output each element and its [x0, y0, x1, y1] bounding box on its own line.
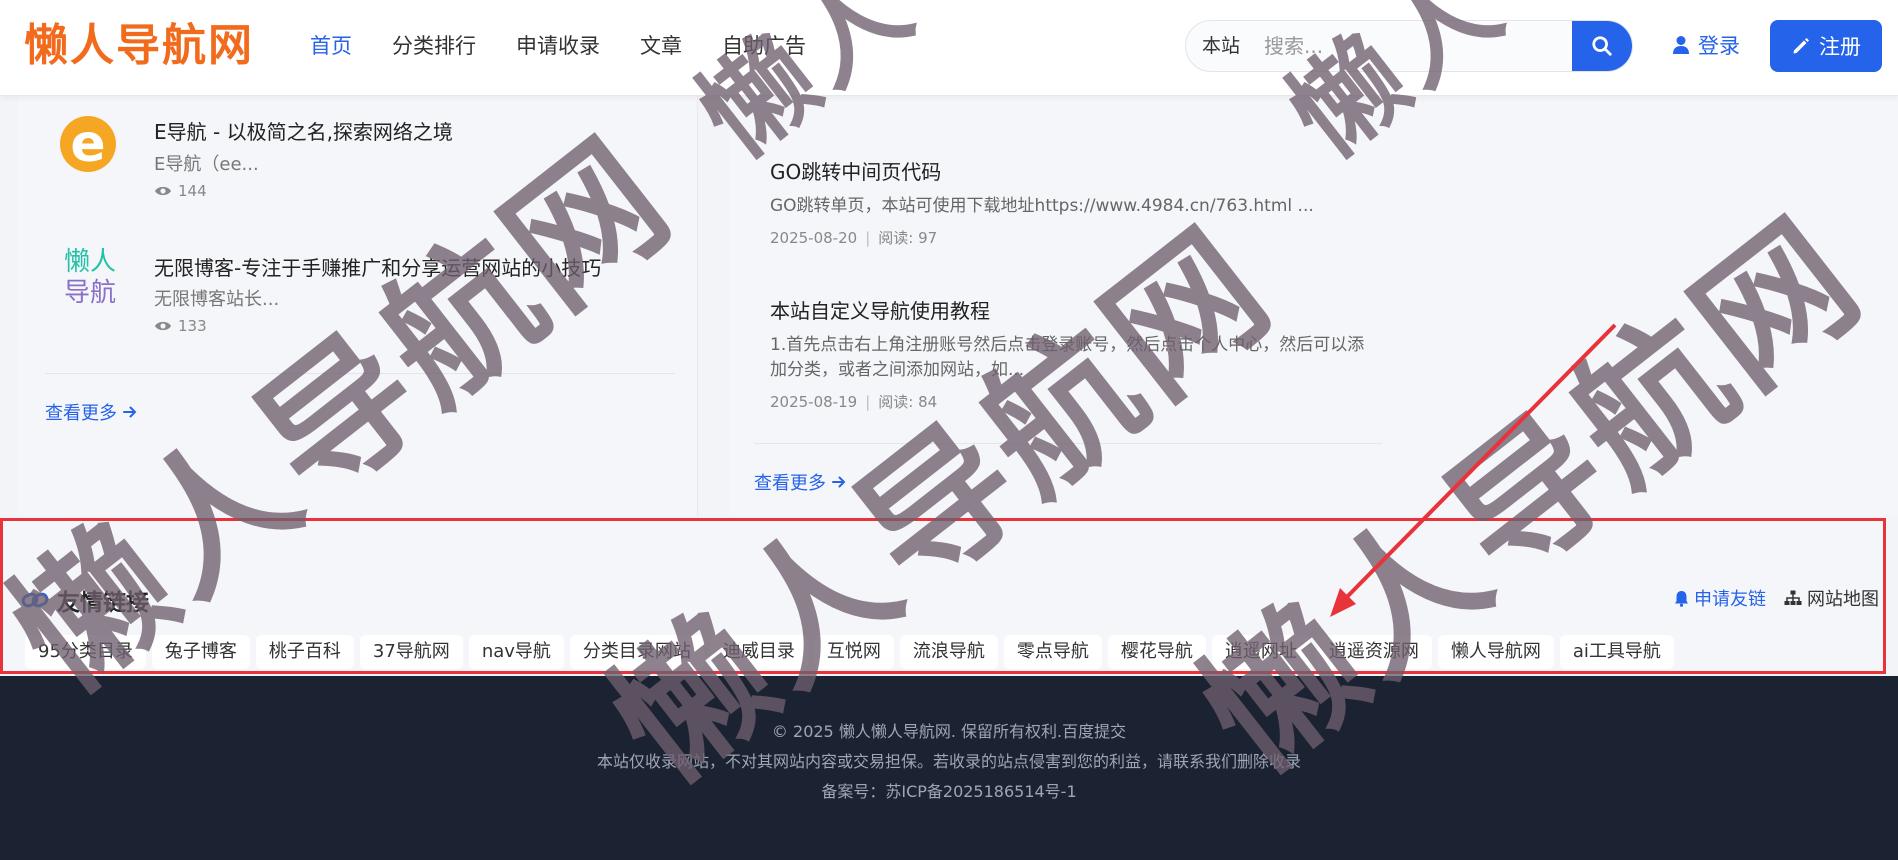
- login-button[interactable]: 登录: [1672, 30, 1740, 60]
- search-scope-select[interactable]: 本站: [1186, 21, 1254, 71]
- site-header: 懒人导航网 首页 分类排行 申请收录 文章 自助广告 本站 登录 注册: [0, 0, 1898, 96]
- friend-link[interactable]: 迪威目录: [709, 635, 808, 669]
- nav-item-category-ranking[interactable]: 分类排行: [372, 28, 496, 64]
- article-desc: 1.首先点击右上角注册账号然后点击登录账号，然后点击个人中心，然后可以添加分类，…: [770, 335, 1365, 380]
- friend-link[interactable]: 逍遥网址: [1211, 635, 1310, 669]
- friend-link[interactable]: 樱花导航: [1107, 635, 1206, 669]
- nav-item-articles[interactable]: 文章: [620, 28, 702, 64]
- hot-site-desc: E导航（ee...: [154, 154, 259, 175]
- friend-link[interactable]: 懒人导航网: [1437, 635, 1554, 669]
- apply-friend-link-button[interactable]: 申请友链: [1674, 585, 1766, 611]
- nav-item-home[interactable]: 首页: [310, 28, 372, 64]
- user-icon: [1673, 36, 1689, 54]
- bell-icon: [1675, 590, 1688, 607]
- register-button[interactable]: 注册: [1770, 20, 1882, 72]
- footer-icp[interactable]: 备案号：苏ICP备2025186514号-1: [0, 777, 1898, 807]
- friend-links-actions: 申请友链 网站地图: [1674, 585, 1879, 611]
- search-bar: 本站: [1185, 20, 1633, 72]
- article-item[interactable]: 本站自定义导航使用教程 1.首先点击右上角注册账号然后点击登录账号，然后点击个人…: [770, 295, 1380, 412]
- friend-link[interactable]: 互悦网: [813, 635, 894, 669]
- friend-link[interactable]: nav导航: [468, 635, 564, 669]
- divider: [45, 373, 675, 374]
- article-meta: 2025-08-20 | 阅读: 97: [770, 229, 938, 247]
- article-meta: 2025-08-19 | 阅读: 84: [770, 393, 938, 411]
- eye-icon: [155, 186, 171, 196]
- view-more-link[interactable]: 查看更多: [45, 399, 137, 425]
- main-nav: 首页 分类排行 申请收录 文章 自助广告: [310, 28, 826, 64]
- article-title[interactable]: 本站自定义导航使用教程: [770, 295, 1380, 324]
- login-label: 登录: [1698, 34, 1740, 58]
- search-icon: [1592, 36, 1612, 56]
- arrow-right-icon: [123, 406, 137, 418]
- friend-link[interactable]: 分类目录网站: [569, 635, 704, 669]
- hot-site-title[interactable]: 无限博客-专注于手赚推广和分享运营网站的小技巧: [154, 252, 601, 281]
- friend-links-section: 友情链接 申请友链 网站地图 95分类目录 兔子博客 桃子百科 37导航网 na…: [0, 518, 1886, 674]
- footer-copyright: © 2025 懒人懒人导航网. 保留所有权利.百度提交: [771, 722, 1127, 741]
- search-button[interactable]: [1572, 21, 1632, 71]
- eye-icon: [155, 321, 171, 331]
- arrow-right-icon: [832, 476, 846, 488]
- friend-link[interactable]: ai工具导航: [1559, 635, 1674, 669]
- articles-card: GO跳转中间页代码 GO跳转单页，本站可使用下载地址https://www.49…: [730, 96, 1898, 516]
- divider: [754, 443, 1382, 444]
- friend-link[interactable]: 流浪导航: [899, 635, 998, 669]
- friend-link[interactable]: 兔子博客: [151, 635, 250, 669]
- sitemap-icon: [1784, 590, 1802, 605]
- register-label: 注册: [1819, 35, 1861, 59]
- site-footer: © 2025 懒人懒人导航网. 保留所有权利.百度提交 本站仅收录网站，不对其网…: [0, 676, 1898, 860]
- search-input[interactable]: [1254, 21, 1572, 71]
- hot-sites-card: e E导航 - 以极简之名,探索网络之境 E导航（ee... 144 懒人 导航…: [18, 96, 698, 516]
- link-icon: [21, 592, 49, 608]
- footer-disclaimer: 本站仅收录网站，不对其网站内容或交易担保。若收录的站点侵害到您的利益，请联系我们…: [596, 752, 1301, 771]
- hot-site-views: 133: [154, 317, 207, 335]
- article-item[interactable]: GO跳转中间页代码 GO跳转单页，本站可使用下载地址https://www.49…: [770, 156, 1380, 248]
- view-more-link[interactable]: 查看更多: [754, 469, 846, 495]
- nav-item-self-ads[interactable]: 自助广告: [702, 28, 826, 64]
- hot-site-views: 144: [154, 182, 207, 200]
- friend-link[interactable]: 桃子百科: [255, 635, 354, 669]
- friend-link[interactable]: 逍遥资源网: [1315, 635, 1432, 669]
- hot-site-title[interactable]: E导航 - 以极简之名,探索网络之境: [154, 116, 453, 145]
- article-title[interactable]: GO跳转中间页代码: [770, 156, 1380, 185]
- friend-link[interactable]: 37导航网: [359, 635, 463, 669]
- friend-link[interactable]: 95分类目录: [25, 635, 146, 669]
- site-logo-e: e: [60, 116, 116, 172]
- article-desc: GO跳转单页，本站可使用下载地址https://www.4984.cn/763.…: [770, 196, 1314, 216]
- nav-item-submit-site[interactable]: 申请收录: [496, 28, 620, 64]
- friend-link[interactable]: 零点导航: [1003, 635, 1102, 669]
- hot-site-desc: 无限博客站长...: [154, 289, 280, 310]
- site-logo[interactable]: 懒人导航网: [24, 20, 254, 72]
- sitemap-link[interactable]: 网站地图: [1784, 585, 1879, 611]
- site-logo-lanren: 懒人 导航: [63, 247, 116, 308]
- friend-links-title: 友情链接: [21, 583, 149, 617]
- pencil-icon: [1793, 38, 1809, 54]
- friend-links-list: 95分类目录 兔子博客 桃子百科 37导航网 nav导航 分类目录网站 迪威目录…: [25, 635, 1674, 669]
